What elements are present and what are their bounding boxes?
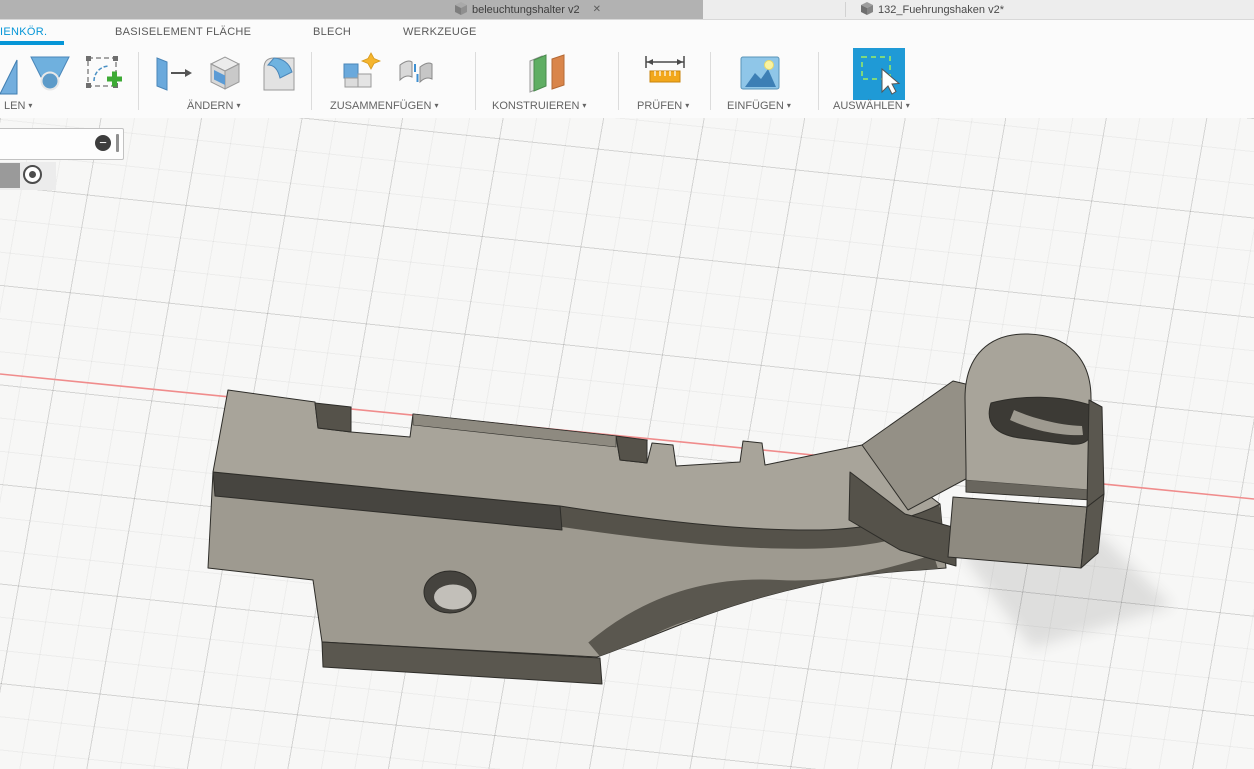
collapse-icon[interactable]: − — [95, 135, 111, 151]
browser-grip-handle[interactable] — [116, 134, 119, 152]
browser-tree-row[interactable] — [0, 162, 56, 190]
model-3d-view[interactable] — [0, 0, 1254, 769]
model-box-front — [948, 497, 1087, 568]
model-notch-wall — [616, 436, 647, 463]
model-hole-floor — [434, 585, 472, 610]
activate-radio-icon[interactable] — [23, 165, 42, 184]
browser-folder-icon — [0, 163, 20, 188]
model-right-fin — [1087, 400, 1104, 507]
browser-header[interactable]: − — [0, 128, 124, 160]
model-part[interactable] — [208, 334, 1104, 684]
fusion360-window: beleuchtungshalter v2 ✕ 132_Fuehrungshak… — [0, 0, 1254, 769]
model-notch-wall — [315, 403, 351, 432]
viewport-canvas[interactable]: − — [0, 118, 1254, 769]
